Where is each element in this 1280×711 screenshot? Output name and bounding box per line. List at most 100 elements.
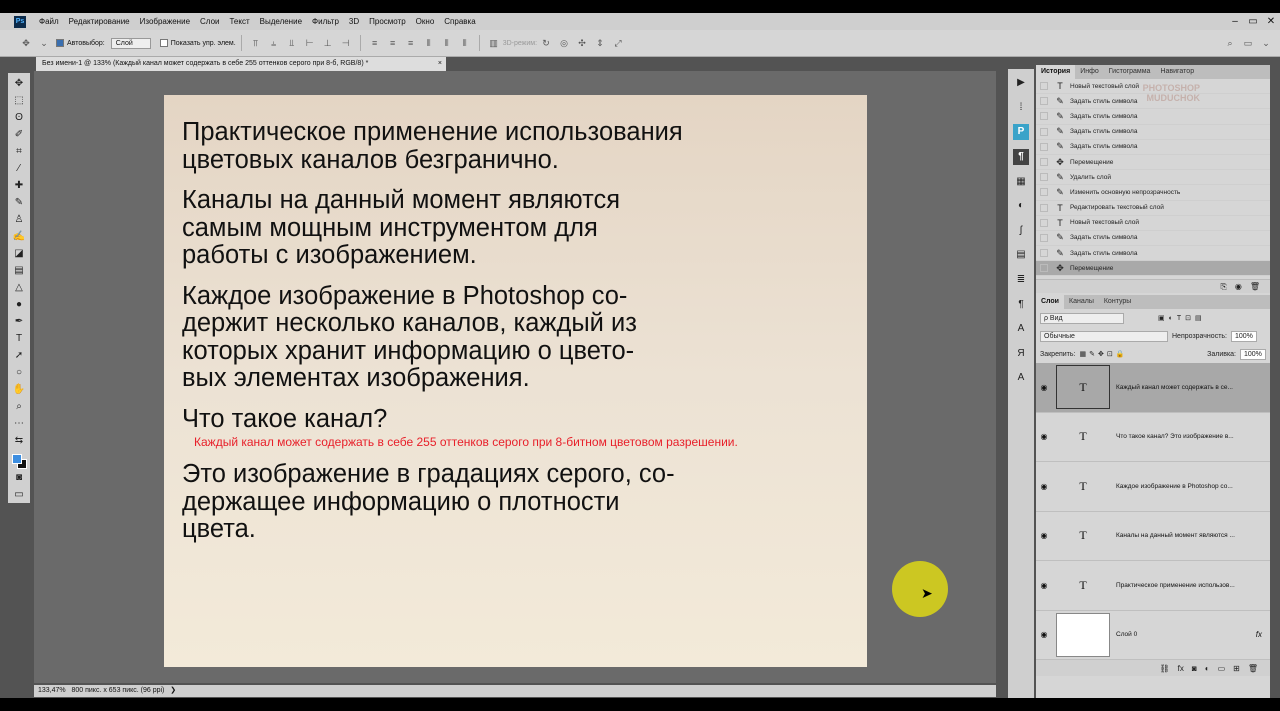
menu-image[interactable]: Изображение	[135, 17, 195, 26]
search-icon[interactable]: ⌕	[1224, 37, 1236, 49]
lock-icons[interactable]: ▦✎✥⊡🔒	[1079, 350, 1127, 358]
snapshot-icon[interactable]: ◉	[1235, 282, 1242, 291]
character-styles-icon[interactable]: A	[1013, 370, 1029, 386]
menu-help[interactable]: Справка	[439, 17, 480, 26]
eyedropper-tool-icon[interactable]: ⁄	[10, 160, 28, 177]
tab-histogram[interactable]: Гистограмма	[1104, 65, 1156, 79]
group-icon[interactable]: ▭	[1218, 664, 1226, 673]
distribute-bottom-icon[interactable]: ≡	[405, 37, 417, 49]
blend-mode-dropdown[interactable]: Обычные	[1040, 330, 1168, 342]
tab-history[interactable]: История	[1036, 65, 1076, 79]
lasso-tool-icon[interactable]: ʘ	[10, 109, 28, 126]
eye-icon[interactable]: ◉	[1036, 432, 1052, 441]
3d-slide-icon[interactable]: ⇕	[594, 37, 606, 49]
move-tool-icon[interactable]: ✥	[20, 37, 32, 49]
distribute-top-icon[interactable]: ≡	[369, 37, 381, 49]
autoselect-dropdown[interactable]: Слой	[110, 37, 151, 49]
layer-row[interactable]: ◉ T Что такое канал? Это изображение в..…	[1036, 413, 1270, 462]
grid-icon[interactable]: ▦	[1013, 174, 1029, 190]
brush-settings-icon[interactable]: ⁞	[1013, 100, 1029, 116]
chevron-down-icon[interactable]: ⌄	[1260, 37, 1272, 49]
opacity-input[interactable]: 100%	[1231, 330, 1257, 342]
dodge-tool-icon[interactable]: ●	[10, 296, 28, 313]
blur-tool-icon[interactable]: △	[10, 279, 28, 296]
gradient-tool-icon[interactable]: ▤	[10, 262, 28, 279]
eraser-tool-icon[interactable]: ◪	[10, 245, 28, 262]
eye-icon[interactable]: ◉	[1036, 630, 1052, 639]
show-transform-checkbox[interactable]	[159, 39, 168, 47]
foreground-color[interactable]	[12, 454, 22, 464]
fx-badge[interactable]: fx	[1256, 630, 1262, 639]
pen-tool-icon[interactable]: ✒	[10, 313, 28, 330]
tab-info[interactable]: Инфо	[1075, 65, 1104, 79]
align-left-icon[interactable]: ⊢	[304, 37, 316, 49]
workspace-icon[interactable]: ▭	[1242, 37, 1254, 49]
maximize-button[interactable]: ▭	[1244, 16, 1262, 27]
canvas-area[interactable]: Практическое применение использования цв…	[34, 71, 996, 683]
marquee-tool-icon[interactable]: ⬚	[10, 92, 28, 109]
history-item[interactable]: T Редактировать текстовый слой	[1036, 201, 1270, 216]
swap-colors-icon[interactable]: ⇆	[10, 432, 28, 449]
stamp-tool-icon[interactable]: ♙	[10, 211, 28, 228]
plugin-p-icon[interactable]: P	[1013, 124, 1029, 141]
3d-scale-icon[interactable]: ⤢	[612, 37, 624, 49]
layer-filter-dropdown[interactable]: ρ Вид	[1040, 312, 1124, 324]
distribute-right-icon[interactable]: ⦀	[459, 37, 471, 49]
3d-rotate-icon[interactable]: ↻	[540, 37, 552, 49]
eye-icon[interactable]: ◉	[1036, 383, 1052, 392]
zoom-level[interactable]: 133,47%	[38, 687, 66, 694]
healing-brush-tool-icon[interactable]: ✚	[10, 177, 28, 194]
menu-window[interactable]: Окно	[411, 17, 440, 26]
history-item[interactable]: ✎ Задать стиль символа	[1036, 246, 1270, 262]
history-item[interactable]: ✎ Задать стиль символа	[1036, 231, 1270, 247]
quick-select-tool-icon[interactable]: ✐	[10, 126, 28, 143]
menu-filter[interactable]: Фильтр	[307, 17, 344, 26]
brush-tool-icon[interactable]: ✎	[10, 194, 28, 211]
tab-channels[interactable]: Каналы	[1064, 295, 1099, 309]
menu-view[interactable]: Просмотр	[364, 17, 411, 26]
history-brush-tool-icon[interactable]: ✍	[10, 228, 28, 245]
adjustment-layer-icon[interactable]: ◐	[1205, 664, 1210, 673]
minimize-button[interactable]: –	[1226, 16, 1244, 27]
history-item-selected[interactable]: ✥ Перемещение	[1036, 261, 1270, 277]
status-menu-arrow[interactable]: ❯	[170, 687, 176, 694]
menu-layers[interactable]: Слои	[195, 17, 224, 26]
menu-3d[interactable]: 3D	[344, 17, 364, 26]
swatches-icon[interactable]: ▤	[1013, 247, 1029, 263]
autoselect-checkbox[interactable]	[56, 39, 64, 47]
paragraph-icon[interactable]: ¶	[1013, 297, 1029, 313]
paragraph-styles-icon[interactable]: ¶	[1013, 149, 1029, 166]
menu-file[interactable]: Файл	[34, 17, 64, 26]
align-right-icon[interactable]: ⊣	[340, 37, 352, 49]
document-canvas[interactable]: Практическое применение использования цв…	[164, 95, 867, 667]
shape-tool-icon[interactable]: ○	[10, 364, 28, 381]
chevron-down-icon[interactable]: ⌄	[38, 37, 50, 49]
properties-icon[interactable]: ≣	[1013, 272, 1029, 288]
3d-roll-icon[interactable]: ◎	[558, 37, 570, 49]
tab-navigator[interactable]: Навигатор	[1155, 65, 1199, 79]
new-document-from-state-icon[interactable]: ⎘	[1220, 282, 1226, 292]
play-icon[interactable]: ▶	[1013, 75, 1029, 91]
align-hcenter-icon[interactable]: ⊥	[322, 37, 334, 49]
menu-edit[interactable]: Редактирование	[64, 17, 135, 26]
new-layer-icon[interactable]: ⊞	[1233, 664, 1240, 673]
layer-row[interactable]: ◉ T Каналы на данный момент являются ...	[1036, 512, 1270, 561]
align-bottom-icon[interactable]: ⫫	[286, 37, 298, 49]
layer-row[interactable]: ◉ Слой 0 fx	[1036, 611, 1270, 660]
eye-icon[interactable]: ◉	[1036, 482, 1052, 491]
filter-icons[interactable]: ▣◐T⊡▤	[1158, 314, 1206, 322]
history-item[interactable]: ✎ Удалить слой	[1036, 170, 1270, 186]
color-swatches[interactable]	[10, 452, 28, 469]
layer-row[interactable]: ◉ T Каждый канал может содержать в се...	[1036, 363, 1270, 413]
close-tab-icon[interactable]: ×	[438, 57, 442, 71]
layer-row[interactable]: ◉ T Практическое применение использов...	[1036, 561, 1270, 611]
trash-icon[interactable]: 🗑	[1248, 664, 1258, 673]
history-item[interactable]: ✥ Перемещение	[1036, 155, 1270, 171]
path-select-tool-icon[interactable]: ➚	[10, 347, 28, 364]
trash-icon[interactable]: 🗑	[1250, 282, 1260, 291]
type-tool-icon[interactable]: T	[10, 330, 28, 347]
eye-icon[interactable]: ◉	[1036, 581, 1052, 590]
layer-row[interactable]: ◉ T Каждое изображение в Photoshop со...	[1036, 462, 1270, 512]
distribute-vcenter-icon[interactable]: ≡	[387, 37, 399, 49]
mask-icon[interactable]: ◙	[1192, 664, 1197, 673]
